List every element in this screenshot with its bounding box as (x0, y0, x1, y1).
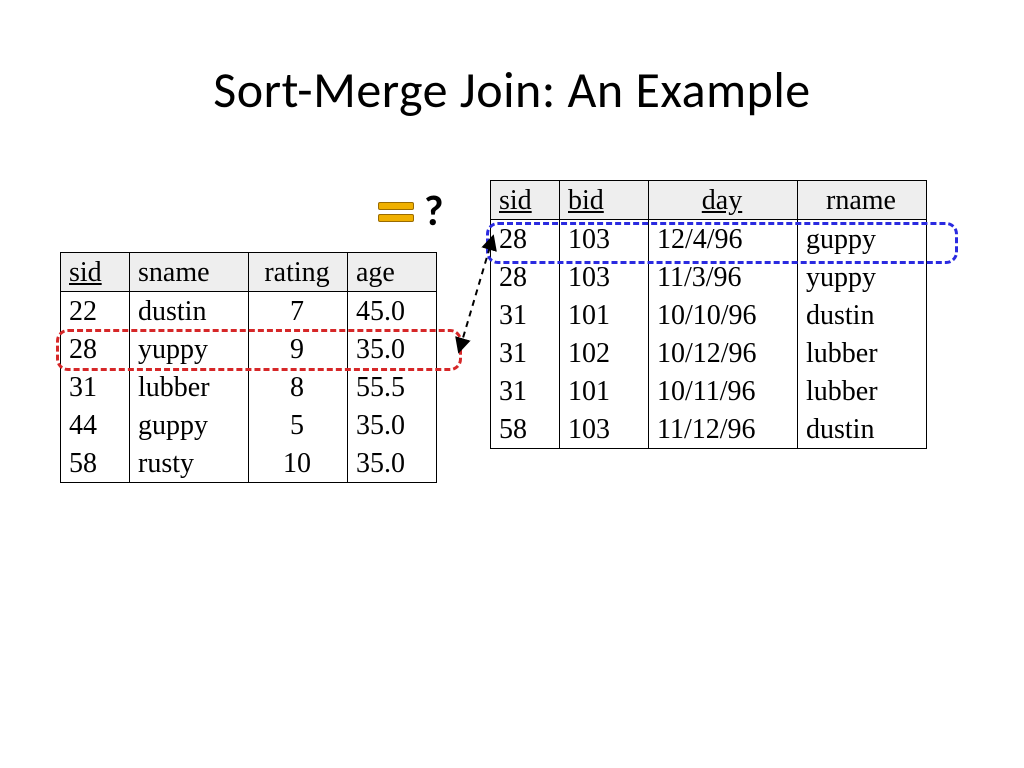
cell: dustin (798, 410, 927, 449)
cell: 35.0 (348, 444, 437, 483)
cell: 31 (491, 296, 560, 334)
cell: 31 (491, 372, 560, 410)
table-row: 44 guppy 5 35.0 (61, 406, 437, 444)
sailors-table: sid sname rating age 22 dustin 7 45.0 28… (60, 252, 437, 483)
col-sid: sid (61, 253, 130, 292)
cell: rusty (130, 444, 249, 483)
table-row: 28 yuppy 9 35.0 (61, 330, 437, 368)
cell: 8 (249, 368, 348, 406)
table-row: 22 dustin 7 45.0 (61, 292, 437, 331)
cell: 58 (61, 444, 130, 483)
slide: Sort-Merge Join: An Example ? sid sname … (0, 0, 1024, 768)
col-sname: sname (130, 253, 249, 292)
cell: 28 (491, 258, 560, 296)
cell: 10 (249, 444, 348, 483)
cell: yuppy (130, 330, 249, 368)
cell: 31 (61, 368, 130, 406)
cell: 45.0 (348, 292, 437, 331)
question-mark: ? (424, 186, 443, 237)
cell: dustin (130, 292, 249, 331)
cell: 44 (61, 406, 130, 444)
slide-title: Sort-Merge Join: An Example (0, 60, 1024, 121)
cell: 10/11/96 (649, 372, 798, 410)
cell: 5 (249, 406, 348, 444)
col-age: age (348, 253, 437, 292)
table-row: 58 103 11/12/96 dustin (491, 410, 927, 449)
col-day: day (649, 181, 798, 220)
cell: 10/12/96 (649, 334, 798, 372)
cell: 12/4/96 (649, 220, 798, 259)
table-row: 31 101 10/10/96 dustin (491, 296, 927, 334)
cell: 103 (560, 220, 649, 259)
cell: 35.0 (348, 330, 437, 368)
cell: 35.0 (348, 406, 437, 444)
cell: lubber (798, 334, 927, 372)
cell: guppy (798, 220, 927, 259)
cell: 28 (491, 220, 560, 259)
table-row: 28 103 12/4/96 guppy (491, 220, 927, 259)
cell: 101 (560, 296, 649, 334)
table-row: 31 101 10/11/96 lubber (491, 372, 927, 410)
col-bid: bid (560, 181, 649, 220)
table-row: 28 103 11/3/96 yuppy (491, 258, 927, 296)
cell: 11/3/96 (649, 258, 798, 296)
table-row: 31 102 10/12/96 lubber (491, 334, 927, 372)
cell: 31 (491, 334, 560, 372)
cell: 11/12/96 (649, 410, 798, 449)
cell: 22 (61, 292, 130, 331)
cell: guppy (130, 406, 249, 444)
cell: lubber (130, 368, 249, 406)
cell: 7 (249, 292, 348, 331)
cell: 9 (249, 330, 348, 368)
table-row: 31 lubber 8 55.5 (61, 368, 437, 406)
col-sid: sid (491, 181, 560, 220)
col-rname: rname (798, 181, 927, 220)
cell: 103 (560, 258, 649, 296)
cell: 10/10/96 (649, 296, 798, 334)
cell: dustin (798, 296, 927, 334)
table-row: 58 rusty 10 35.0 (61, 444, 437, 483)
reserves-header-row: sid bid day rname (491, 181, 927, 220)
equality-indicator: ? (378, 186, 443, 237)
cell: 101 (560, 372, 649, 410)
sailors-header-row: sid sname rating age (61, 253, 437, 292)
cell: 102 (560, 334, 649, 372)
cell: lubber (798, 372, 927, 410)
equals-icon (378, 202, 412, 222)
reserves-table: sid bid day rname 28 103 12/4/96 guppy 2… (490, 180, 927, 449)
cell: 55.5 (348, 368, 437, 406)
cell: 58 (491, 410, 560, 449)
cell: 103 (560, 410, 649, 449)
col-rating: rating (249, 253, 348, 292)
cell: 28 (61, 330, 130, 368)
cell: yuppy (798, 258, 927, 296)
